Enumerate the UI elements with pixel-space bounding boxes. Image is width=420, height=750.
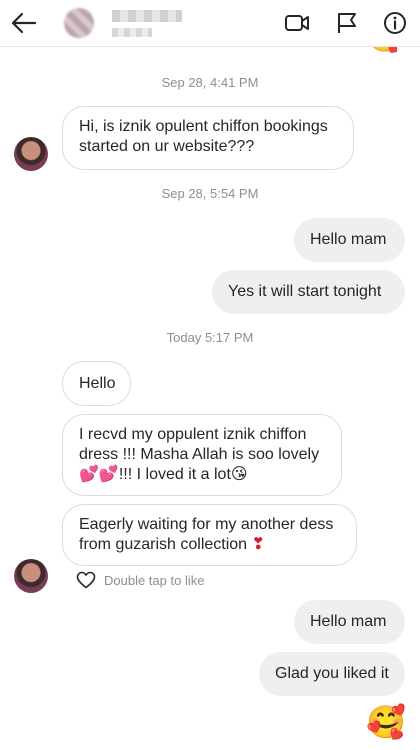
heart-outline-icon[interactable] xyxy=(76,571,96,589)
incoming-message[interactable]: Hello xyxy=(62,361,131,406)
chat-header xyxy=(0,0,420,47)
message-line: dress !!! Masha Allah is soo lovely xyxy=(79,446,320,463)
outgoing-message[interactable]: Hello mam xyxy=(294,600,405,644)
info-icon[interactable] xyxy=(382,11,408,35)
flag-icon[interactable] xyxy=(334,11,360,35)
message-line: I recvd my oppulent iznik chiffon xyxy=(79,426,307,443)
contact-name-blurred[interactable] xyxy=(112,10,182,22)
contact-avatar[interactable] xyxy=(64,8,94,38)
video-camera-icon[interactable] xyxy=(284,11,310,35)
outgoing-message[interactable]: Glad you liked it xyxy=(259,652,405,696)
message-text: !!! I loved it a lot xyxy=(118,466,231,483)
message-line: Eagerly waiting for my another dess xyxy=(79,516,334,533)
timestamp: Sep 28, 5:54 PM xyxy=(161,186,259,201)
incoming-message[interactable]: I recvd my oppulent iznik chiffon dress … xyxy=(62,414,342,496)
outgoing-message[interactable]: Yes it will start tonight xyxy=(212,270,405,314)
timestamp: Sep 28, 4:41 PM xyxy=(161,75,259,90)
message-line: 💕💕!!! I loved it a lot😘 xyxy=(79,465,325,485)
message-text: from guzarish collection xyxy=(79,536,252,553)
message-line: from guzarish collection ❣ xyxy=(79,535,340,555)
incoming-message[interactable]: Hi, is iznik opulent chiffon bookings st… xyxy=(62,106,354,170)
heart-exclamation-emoji: ❣ xyxy=(251,536,265,553)
timestamp: Today 5:17 PM xyxy=(166,330,254,345)
incoming-message[interactable]: Eagerly waiting for my another dess from… xyxy=(62,504,357,566)
smiling-hearts-emoji[interactable]: 🥰 xyxy=(366,704,406,740)
like-hint-text: Double tap to like xyxy=(104,573,205,588)
sender-avatar[interactable] xyxy=(14,559,48,593)
kiss-emoji: 😘 xyxy=(230,466,248,483)
outgoing-message[interactable]: Hello mam xyxy=(294,218,405,262)
arrow-left-icon[interactable] xyxy=(10,10,38,36)
sender-avatar[interactable] xyxy=(14,137,48,171)
two-hearts-emoji: 💕💕 xyxy=(79,466,119,483)
contact-status-blurred xyxy=(112,28,152,37)
